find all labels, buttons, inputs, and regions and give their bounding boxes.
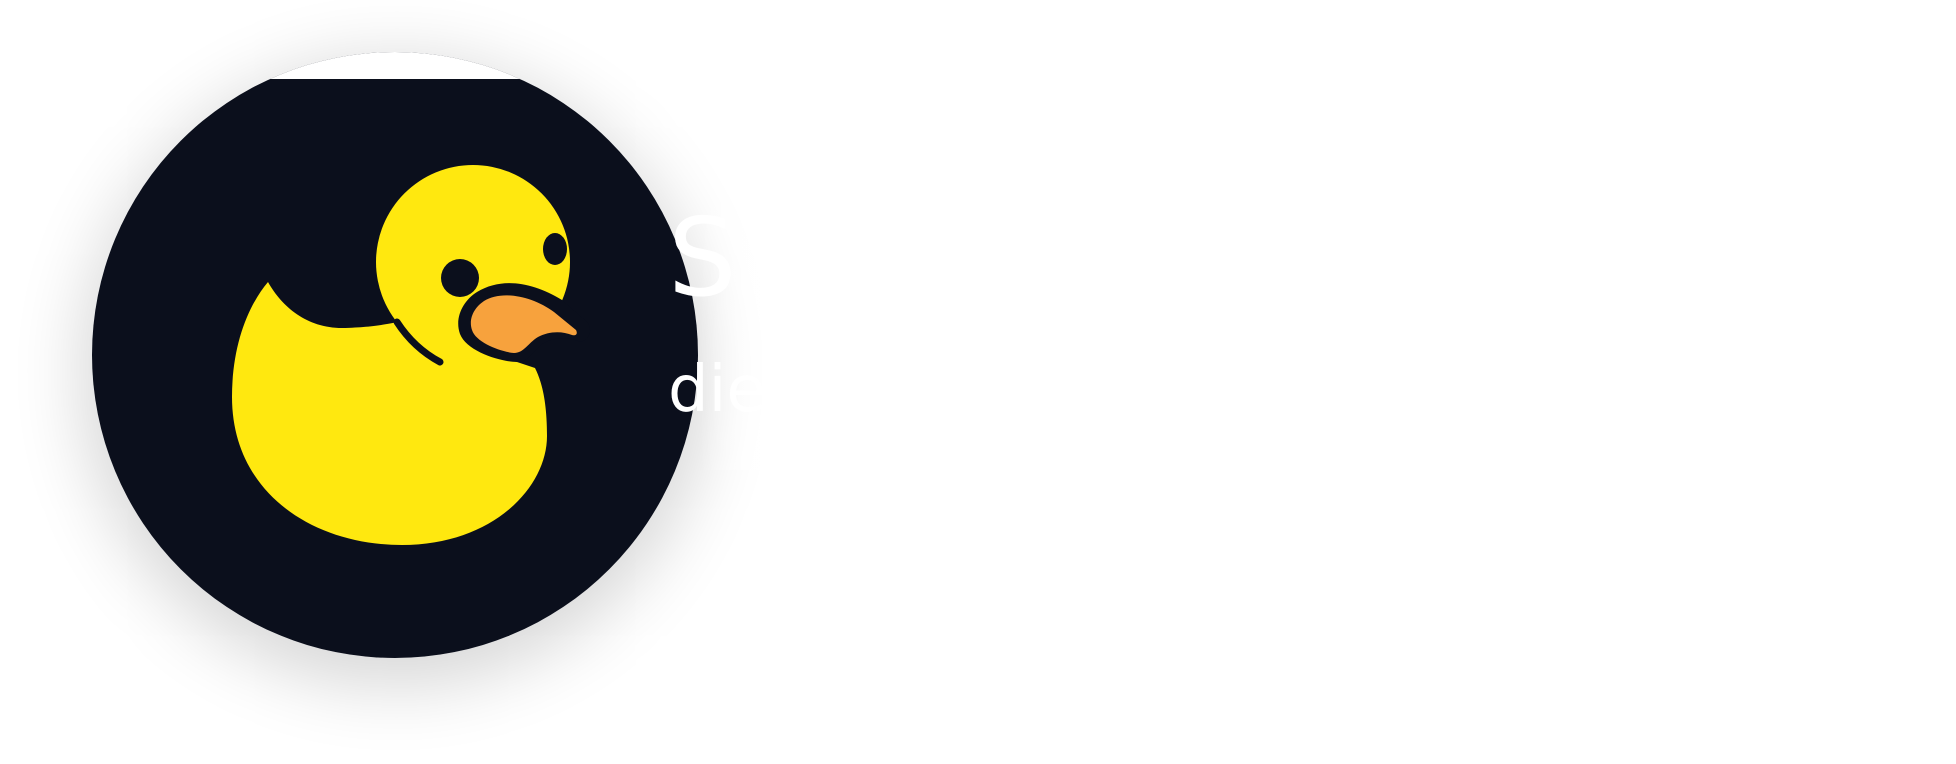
logo-top-cut <box>92 52 698 79</box>
page-canvas: S die <box>0 0 1956 764</box>
text-fade-overlay <box>700 170 900 470</box>
duck-eye-left <box>441 259 479 297</box>
rubber-duck-icon <box>92 52 698 658</box>
duck-logo <box>92 52 698 658</box>
duck-eye-right <box>543 233 567 265</box>
